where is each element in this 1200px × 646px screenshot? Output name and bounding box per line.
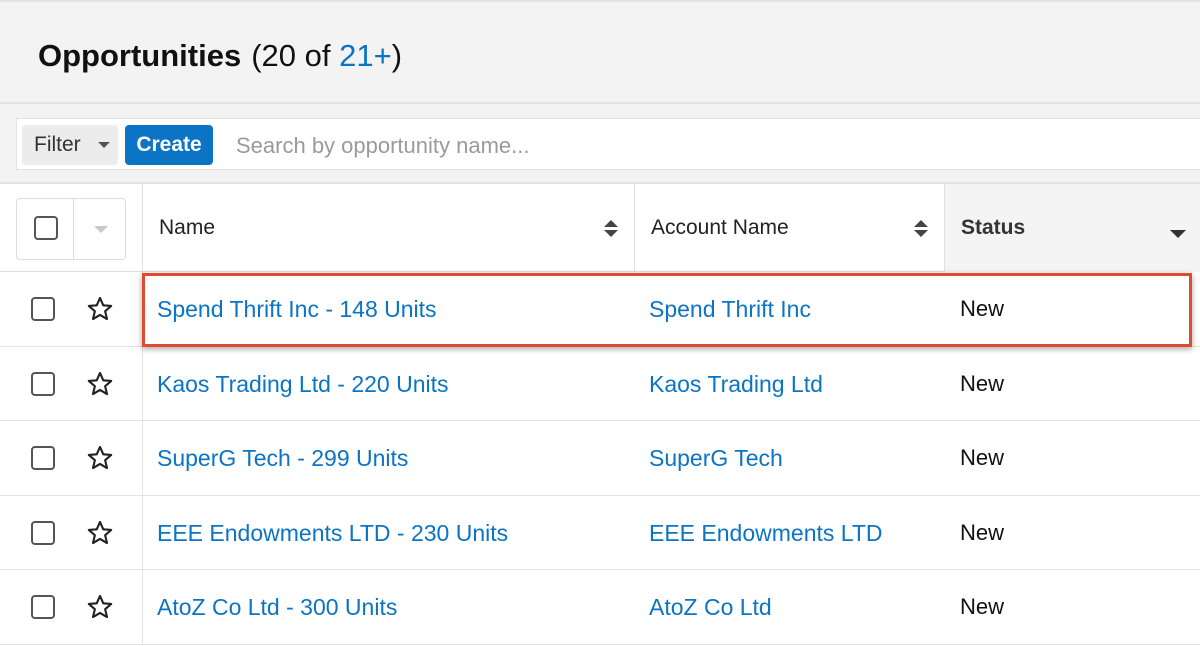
status-cell: New — [960, 445, 1005, 470]
mass-actions-dropdown-icon[interactable] — [94, 226, 108, 233]
opportunity-name-link[interactable]: Kaos Trading Ltd - 220 Units — [157, 347, 449, 421]
sort-icon[interactable] — [604, 220, 618, 238]
page-title: Opportunities (20 of 21+) — [38, 38, 402, 74]
table-body: Spend Thrift Inc - 148 Units Spend Thrif… — [0, 272, 1200, 645]
column-label: Status — [961, 216, 1026, 239]
opportunity-name-link[interactable]: EEE Endowments LTD - 230 Units — [157, 496, 508, 570]
opportunity-name-link[interactable]: Spend Thrift Inc - 148 Units — [157, 272, 437, 346]
star-icon[interactable] — [86, 444, 114, 472]
divider — [73, 199, 74, 259]
table-row: Spend Thrift Inc - 148 Units Spend Thrif… — [0, 272, 1200, 347]
caret-down-icon — [98, 142, 110, 148]
row-checkbox[interactable] — [31, 595, 55, 619]
create-button[interactable]: Create — [125, 125, 213, 165]
column-label: Account Name — [651, 216, 789, 239]
module-title: Opportunities — [38, 38, 242, 73]
table-row: Kaos Trading Ltd - 220 Units Kaos Tradin… — [0, 346, 1200, 421]
mass-select-group — [16, 198, 126, 260]
status-cell: New — [960, 370, 1005, 396]
account-name-link[interactable]: EEE Endowments LTD — [649, 496, 883, 570]
table-row: SuperG Tech - 299 Units SuperG Tech New — [0, 421, 1200, 496]
filter-label: Filter — [34, 133, 81, 156]
opportunity-name-link[interactable]: AtoZ Co Ltd - 300 Units — [157, 570, 397, 644]
status-cell: New — [960, 296, 1005, 321]
sort-icon[interactable] — [914, 220, 928, 238]
total-count-link[interactable]: 21+ — [339, 38, 392, 73]
table-row: AtoZ Co Ltd - 300 Units AtoZ Co Ltd New — [0, 570, 1200, 645]
star-icon[interactable] — [86, 295, 114, 323]
row-checkbox[interactable] — [31, 371, 55, 396]
search-input[interactable] — [226, 126, 1126, 166]
page-header: Opportunities (20 of 21+) — [0, 0, 1200, 104]
star-icon[interactable] — [86, 593, 114, 621]
star-icon[interactable] — [86, 519, 114, 547]
star-icon[interactable] — [86, 370, 114, 398]
status-cell: New — [960, 594, 1005, 619]
opportunity-name-link[interactable]: SuperG Tech - 299 Units — [157, 421, 408, 495]
table-row: EEE Endowments LTD - 230 Units EEE Endow… — [0, 495, 1200, 570]
column-header-status[interactable]: Status — [944, 184, 1200, 272]
column-label: Name — [159, 216, 216, 239]
record-count: (20 of 21+) — [251, 38, 403, 73]
sort-descending-icon[interactable] — [1170, 230, 1186, 238]
select-all-checkbox[interactable] — [34, 216, 58, 240]
row-checkbox[interactable] — [31, 446, 55, 470]
column-header-name[interactable]: Name — [142, 184, 634, 272]
account-name-link[interactable]: Spend Thrift Inc — [649, 272, 811, 346]
account-name-link[interactable]: AtoZ Co Ltd — [649, 570, 772, 644]
account-name-link[interactable]: SuperG Tech — [649, 421, 783, 495]
row-checkbox[interactable] — [31, 297, 55, 321]
status-cell: New — [960, 519, 1005, 545]
filter-button[interactable]: Filter — [22, 125, 118, 165]
row-checkbox[interactable] — [31, 520, 55, 545]
account-name-link[interactable]: Kaos Trading Ltd — [649, 347, 823, 421]
column-header-account-name[interactable]: Account Name — [634, 184, 944, 272]
